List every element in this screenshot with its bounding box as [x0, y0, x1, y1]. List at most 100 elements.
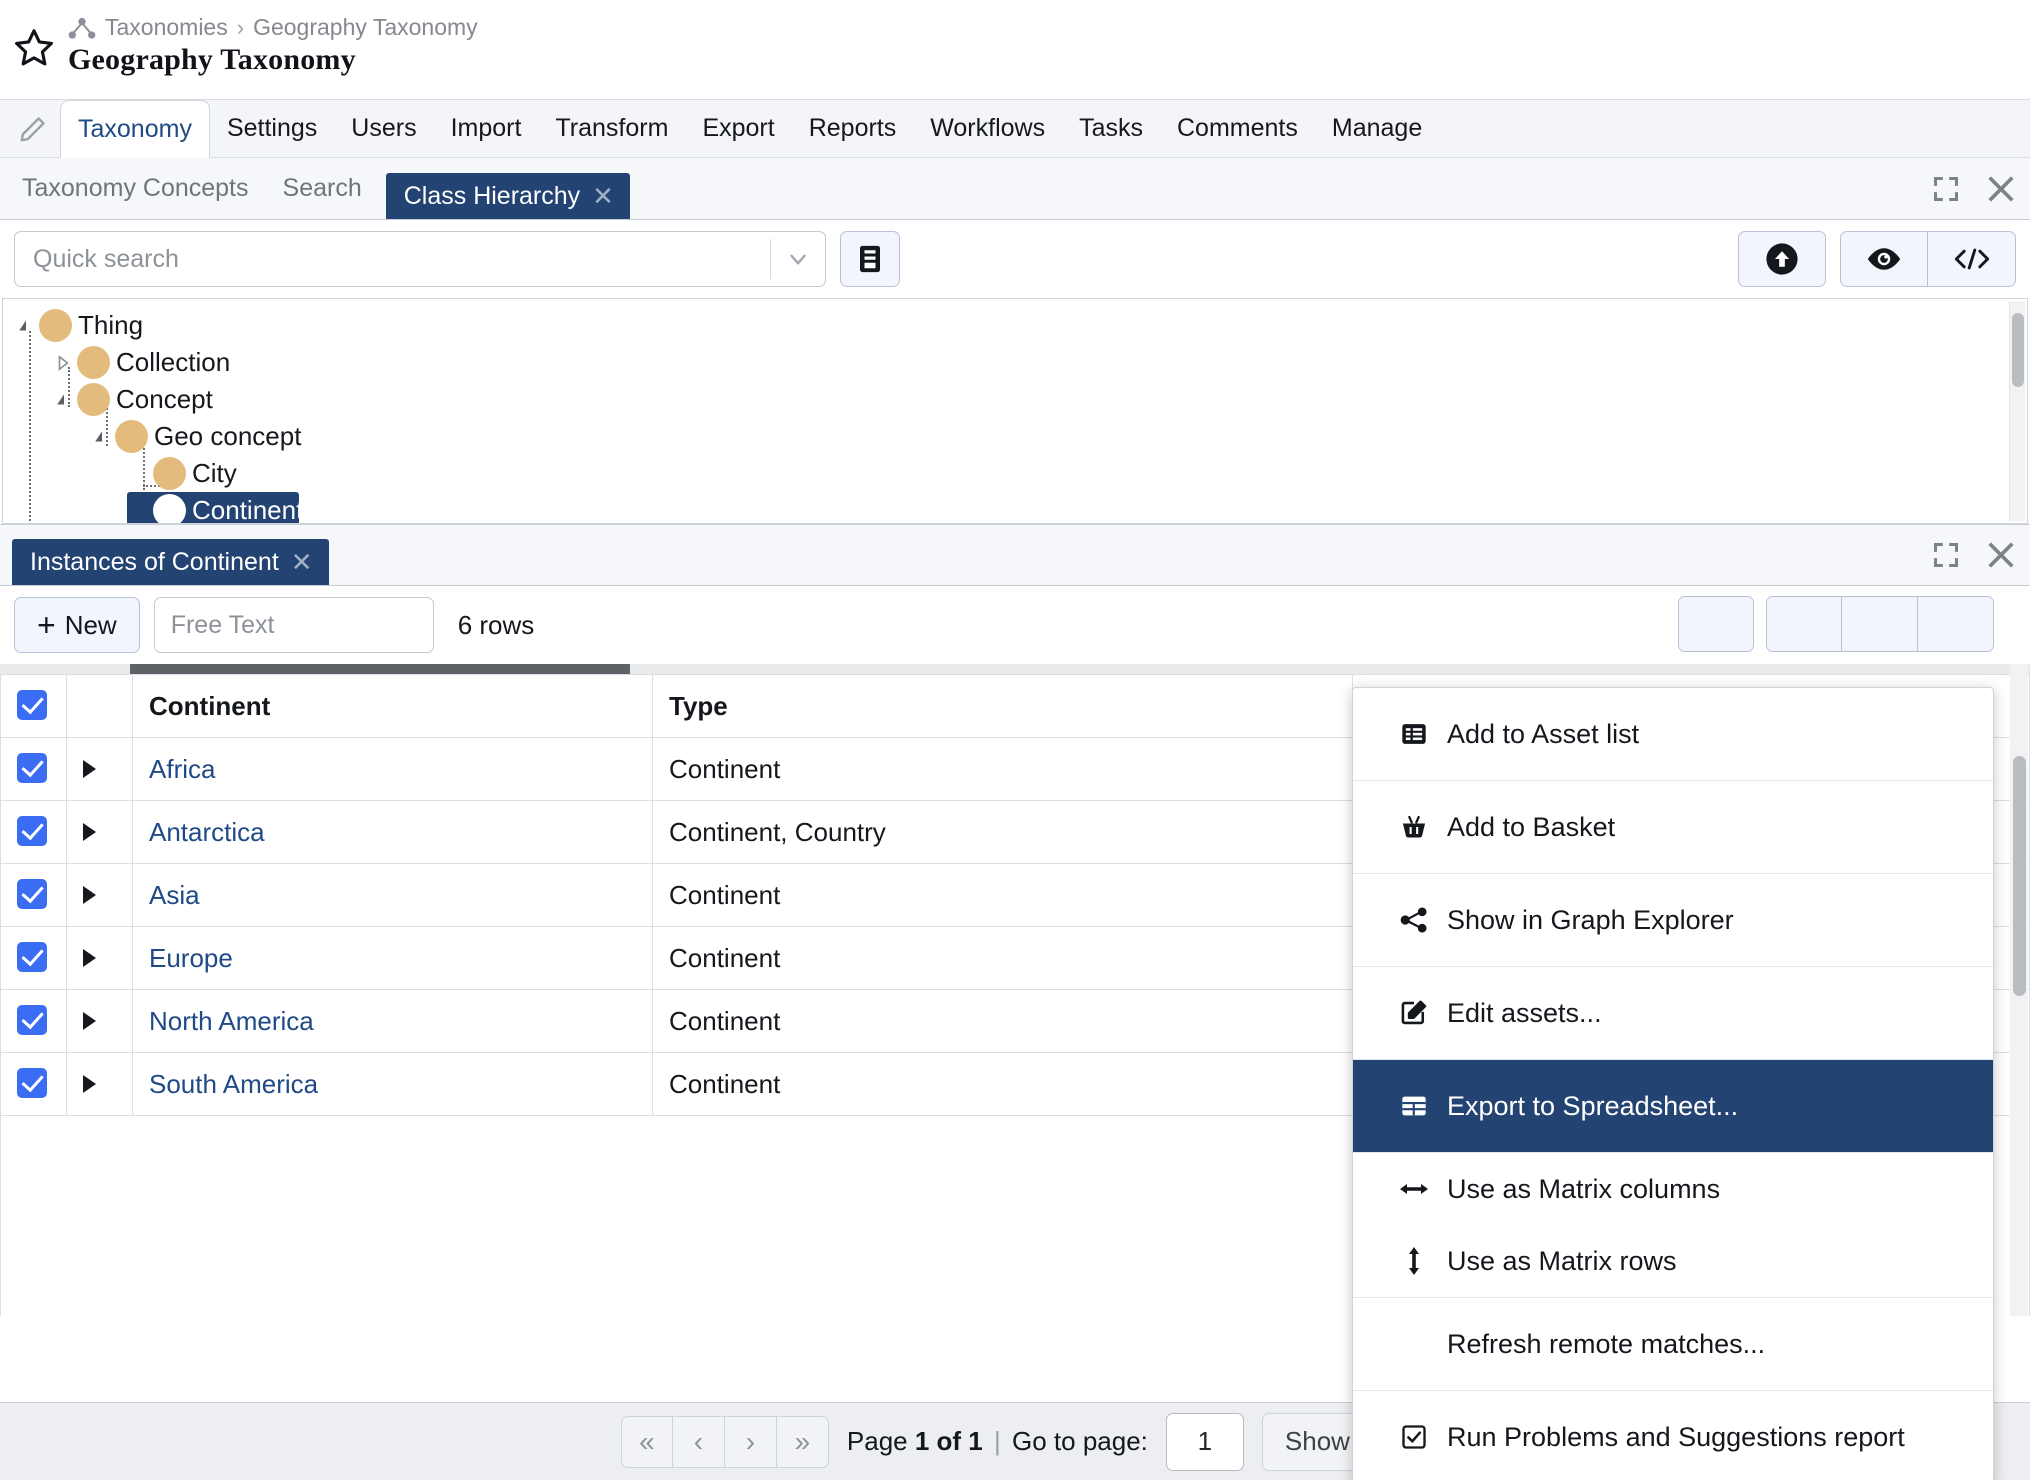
scrollbar-thumb[interactable] — [2012, 313, 2024, 387]
tree-node-thing[interactable]: Thing — [3, 307, 2027, 344]
menu-item-export-to-spreadsheet[interactable]: Export to Spreadsheet... — [1353, 1060, 1993, 1152]
book-button[interactable] — [840, 231, 900, 287]
menu-item-use-as-matrix-columns[interactable]: Use as Matrix columns — [1353, 1153, 1993, 1225]
upload-button[interactable] — [1738, 231, 1826, 287]
close-icon[interactable]: ✕ — [592, 183, 614, 209]
row-name-cell: Asia — [133, 864, 653, 927]
twisty-expanded-icon[interactable] — [13, 317, 39, 335]
menu-item-label: Export to Spreadsheet... — [1447, 1091, 1738, 1122]
column-header-type[interactable]: Type — [653, 675, 1353, 738]
eye-icon — [1866, 245, 1902, 273]
source-code-button[interactable] — [1928, 231, 2016, 287]
quick-search-box[interactable] — [14, 231, 826, 287]
tree-node-concept[interactable]: Concept — [3, 381, 2027, 418]
tree-node-city[interactable]: City — [3, 455, 2027, 492]
first-page-button[interactable]: « — [621, 1416, 673, 1468]
free-text-input[interactable] — [154, 597, 434, 653]
row-checkbox[interactable] — [17, 879, 47, 909]
nav-tab-reports[interactable]: Reports — [792, 100, 914, 157]
tree-node-collection[interactable]: Collection — [3, 344, 2027, 381]
toolbar-button[interactable] — [1842, 596, 1918, 652]
chevron-down-icon[interactable] — [771, 246, 825, 272]
title-block: Taxonomies › Geography Taxonomy Geograph… — [68, 10, 478, 77]
scrollbar-thumb[interactable] — [2013, 756, 2026, 996]
edit-taxonomy-button[interactable] — [14, 100, 60, 157]
chevron-right-icon[interactable] — [83, 886, 96, 904]
row-checkbox[interactable] — [17, 942, 47, 972]
close-icon[interactable] — [1986, 540, 2016, 570]
menu-item-use-as-matrix-rows[interactable]: Use as Matrix rows — [1353, 1225, 1993, 1297]
menu-item-run-problems-and-suggestions-report[interactable]: Run Problems and Suggestions report — [1353, 1391, 1993, 1480]
column-header-continent[interactable]: Continent — [133, 675, 653, 738]
nav-tab-export[interactable]: Export — [685, 100, 791, 157]
row-checkbox-cell — [1, 801, 67, 864]
menu-item-edit-assets[interactable]: Edit assets... — [1353, 967, 1993, 1059]
tab-instances-of-continent[interactable]: Instances of Continent ✕ — [12, 539, 329, 585]
tree-node-continent[interactable]: Continent — [127, 492, 299, 524]
close-icon[interactable]: ✕ — [291, 549, 313, 575]
expand-icon[interactable] — [1932, 541, 1960, 569]
instance-link[interactable]: North America — [149, 1006, 314, 1036]
chevron-right-icon[interactable] — [83, 1075, 96, 1093]
row-checkbox[interactable] — [17, 1005, 47, 1035]
preview-button[interactable] — [1840, 231, 1928, 287]
tree-vertical-scrollbar[interactable] — [2009, 301, 2025, 521]
instances-toolbar-buttons — [1678, 596, 1994, 652]
goto-page-input[interactable] — [1166, 1413, 1244, 1471]
expand-icon[interactable] — [1932, 175, 1960, 203]
star-icon — [12, 26, 56, 70]
instance-link[interactable]: Antarctica — [149, 817, 265, 847]
row-name-cell: Antarctica — [133, 801, 653, 864]
search-input[interactable] — [15, 245, 770, 274]
menu-item-show-in-graph-explorer[interactable]: Show in Graph Explorer — [1353, 874, 1993, 966]
menu-item-refresh-remote-matches[interactable]: Refresh remote matches... — [1353, 1298, 1993, 1390]
new-button[interactable]: + New — [14, 597, 140, 653]
breadcrumb-root[interactable]: Taxonomies — [105, 14, 228, 41]
menu-item-add-to-basket[interactable]: Add to Basket — [1353, 781, 1993, 873]
nav-tab-taxonomy[interactable]: Taxonomy — [60, 100, 210, 158]
instance-link[interactable]: Europe — [149, 943, 233, 973]
nav-tab-manage[interactable]: Manage — [1315, 100, 1439, 157]
twisty-expanded-icon[interactable] — [89, 428, 115, 446]
next-page-button[interactable]: › — [725, 1416, 777, 1468]
tree-node-geo-concept[interactable]: Geo concept — [3, 418, 2027, 455]
nav-tab-import[interactable]: Import — [434, 100, 539, 157]
instance-link[interactable]: South America — [149, 1069, 318, 1099]
prev-page-button[interactable]: ‹ — [673, 1416, 725, 1468]
nav-tab-settings[interactable]: Settings — [210, 100, 334, 157]
tree-node-label: Collection — [110, 347, 230, 378]
row-checkbox[interactable] — [17, 816, 47, 846]
twisty-expanded-icon[interactable] — [51, 391, 77, 409]
toolbar-button[interactable] — [1918, 596, 1994, 652]
toolbar-button[interactable] — [1678, 596, 1754, 652]
last-page-button[interactable]: » — [777, 1416, 829, 1468]
close-icon[interactable] — [1986, 174, 2016, 204]
toolbar-button[interactable] — [1766, 596, 1842, 652]
scrollbar-thumb[interactable] — [130, 664, 630, 674]
nav-tab-workflows[interactable]: Workflows — [913, 100, 1062, 157]
twisty-collapsed-icon[interactable] — [51, 354, 77, 372]
select-all-checkbox[interactable] — [17, 690, 47, 720]
row-checkbox[interactable] — [17, 1068, 47, 1098]
chevron-right-icon[interactable] — [83, 1012, 96, 1030]
table-horizontal-scrollbar[interactable] — [0, 664, 2030, 674]
tab-taxonomy-concepts[interactable]: Taxonomy Concepts — [12, 174, 273, 219]
chevron-right-icon[interactable] — [83, 823, 96, 841]
table-vertical-scrollbar[interactable] — [2010, 664, 2028, 1316]
nav-tab-comments[interactable]: Comments — [1160, 100, 1315, 157]
favorite-button[interactable] — [0, 10, 68, 70]
nav-tab-users[interactable]: Users — [334, 100, 433, 157]
instance-link[interactable]: Africa — [149, 754, 215, 784]
nav-tab-tasks[interactable]: Tasks — [1062, 100, 1160, 157]
taxonomy-node-icon — [68, 17, 96, 39]
arrows-vertical-icon — [1399, 1246, 1429, 1276]
chevron-right-icon[interactable] — [83, 760, 96, 778]
instance-link[interactable]: Asia — [149, 880, 200, 910]
row-checkbox[interactable] — [17, 753, 47, 783]
breadcrumb-current[interactable]: Geography Taxonomy — [253, 14, 478, 41]
tab-search[interactable]: Search — [273, 174, 386, 219]
menu-item-add-to-asset-list[interactable]: Add to Asset list — [1353, 688, 1993, 780]
chevron-right-icon[interactable] — [83, 949, 96, 967]
tab-class-hierarchy[interactable]: Class Hierarchy ✕ — [386, 173, 630, 219]
nav-tab-transform[interactable]: Transform — [538, 100, 685, 157]
